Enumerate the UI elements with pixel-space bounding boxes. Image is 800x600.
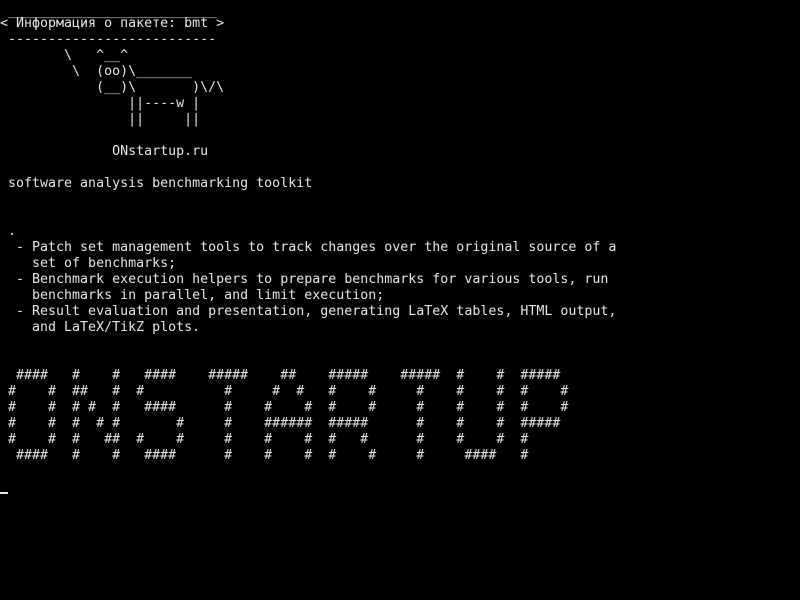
cow-ascii-line: \ (oo)\_______ xyxy=(0,64,193,79)
text-cursor xyxy=(0,492,8,494)
cow-ascii-line: \ ^__^ xyxy=(0,48,129,63)
banner-ascii-line: # # # # # #### # # # # # # # # # # xyxy=(0,400,569,415)
banner-ascii-line: #### # # #### ##### ## ##### ##### # # #… xyxy=(0,368,561,383)
terminal-screen[interactable]: __________________________ < Информация … xyxy=(0,0,800,600)
description-line: set of benchmarks; xyxy=(0,256,177,271)
description-line: - Benchmark execution helpers to prepare… xyxy=(0,272,609,287)
banner-ascii-line: # # # # # # # ###### ##### # # # ##### xyxy=(0,416,561,431)
description-line: - Result evaluation and presentation, ge… xyxy=(0,304,617,319)
description-line: and LaTeX/TikZ plots. xyxy=(0,320,201,335)
description-line: benchmarks in parallel, and limit execut… xyxy=(0,288,385,303)
cow-ascii-line: ||----w | xyxy=(0,96,201,111)
banner-ascii-line: #### # # #### # # # # # # #### # xyxy=(0,448,529,463)
description-line: - Patch set management tools to track ch… xyxy=(0,240,617,255)
description-dot: . xyxy=(0,224,17,239)
cow-ascii-line: || || xyxy=(0,112,201,127)
package-summary: software analysis benchmarking toolkit xyxy=(0,176,313,191)
cowsay-bottom-border: -------------------------- xyxy=(0,32,217,47)
site-label: ONstartup.ru xyxy=(0,144,209,159)
cowsay-message: < Информация о пакете: bmt > xyxy=(0,16,225,31)
banner-ascii-line: # # # ## # # # # # # # # # # # xyxy=(0,432,529,447)
banner-ascii-line: # # ## # # # # # # # # # # # # xyxy=(0,384,569,399)
cow-ascii-line: (__)\ )\/\ xyxy=(0,80,225,95)
